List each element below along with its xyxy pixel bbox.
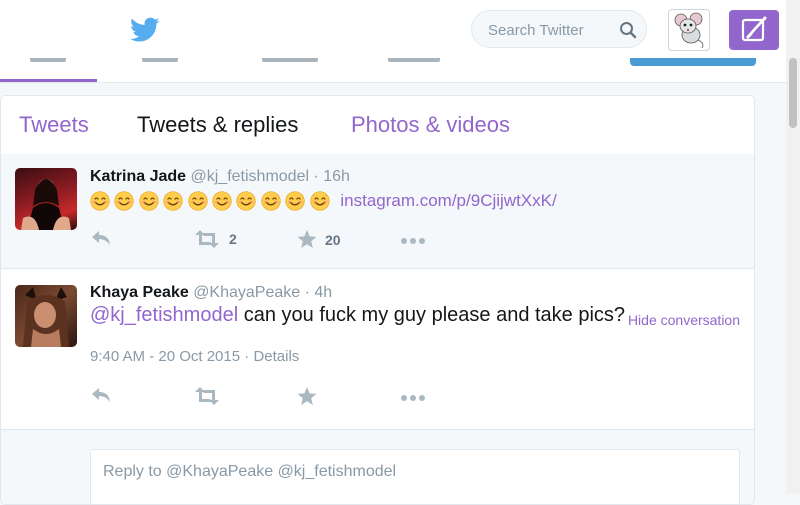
smiling-face-emoji-icon	[309, 191, 330, 211]
author-name[interactable]: Khaya Peake	[90, 284, 189, 301]
favorite-button[interactable]	[297, 387, 317, 406]
tweet-text-content: can you fuck my guy please and take pics…	[238, 304, 626, 326]
smiling-face-emoji-icon	[236, 191, 256, 211]
tab-photos-and-videos[interactable]: Photos & videos	[351, 112, 510, 138]
avatar-photo-icon	[23, 287, 69, 347]
timeline-card: Tweets Tweets & replies Photos & videos …	[0, 95, 755, 505]
tweet-link[interactable]: instagram.com/p/9CjijwtXxK/	[340, 191, 556, 210]
smiling-face-emoji-icon	[285, 191, 305, 211]
retweet-button[interactable]: 2	[193, 230, 237, 248]
retweet-icon	[195, 387, 219, 405]
tweet-header: Khaya Peake @KhayaPeake · 4h	[90, 284, 332, 302]
tweet-meta: 9:40 AM - 20 Oct 2015 · Details	[90, 348, 299, 365]
retweet-icon	[195, 230, 219, 248]
more-button[interactable]	[400, 394, 426, 402]
stat-count-fragment	[262, 58, 318, 62]
reply-button[interactable]	[90, 230, 112, 246]
smiling-face-emoji-icon	[212, 191, 232, 211]
more-dots-icon	[401, 238, 425, 244]
tweet-text: instagram.com/p/9CjijwtXxK/	[90, 191, 557, 215]
reply-icon	[92, 388, 110, 402]
tab-tweets[interactable]: Tweets	[19, 112, 89, 138]
stat-count-fragment	[142, 58, 178, 62]
smiling-face-emoji-icon	[261, 191, 281, 211]
favorite-count: 20	[325, 231, 341, 248]
tweet-item[interactable]: Khaya Peake @KhayaPeake · 4h @kj_fetishm…	[1, 269, 754, 430]
tweet-timestamp[interactable]: 4h	[314, 284, 332, 301]
tweet-actions	[90, 387, 730, 409]
page-scrollbar[interactable]	[786, 0, 800, 494]
reply-button[interactable]	[90, 387, 112, 403]
emoji-row	[90, 191, 334, 211]
tweet-actions: 2 20	[90, 230, 730, 252]
separator-dot: ·	[313, 168, 319, 185]
reply-input[interactable]	[101, 460, 705, 484]
user-avatar[interactable]	[668, 9, 710, 51]
reply-box[interactable]	[90, 449, 740, 504]
details-link[interactable]: Details	[253, 348, 299, 365]
tweet-timestamp[interactable]: 16h	[323, 168, 350, 185]
mention-link[interactable]: @kj_fetishmodel	[90, 304, 238, 326]
hide-conversation-link[interactable]: Hide conversation	[628, 312, 740, 328]
follow-button[interactable]	[630, 58, 756, 66]
scrollbar-thumb[interactable]	[789, 58, 797, 128]
more-button[interactable]	[400, 237, 426, 245]
meta-separator: ·	[240, 348, 254, 365]
star-icon	[297, 387, 317, 405]
compose-tweet-button[interactable]	[729, 10, 779, 50]
author-name[interactable]: Katrina Jade	[90, 168, 186, 185]
retweet-button[interactable]	[193, 387, 221, 405]
reply-icon	[92, 231, 110, 245]
search-input[interactable]	[486, 19, 610, 41]
avatar[interactable]	[15, 285, 77, 347]
search-box[interactable]	[471, 10, 647, 48]
smiling-face-emoji-icon	[114, 191, 135, 211]
retweet-count: 2	[229, 231, 237, 247]
tweet-datetime[interactable]: 9:40 AM - 20 Oct 2015	[90, 348, 240, 365]
profile-stats-strip	[0, 58, 786, 83]
active-stat-indicator	[0, 79, 97, 82]
timeline-tabs: Tweets Tweets & replies Photos & videos	[1, 96, 754, 155]
top-navigation-bar	[0, 0, 786, 58]
stat-count-fragment	[388, 58, 440, 62]
twitter-bird-icon[interactable]	[130, 17, 160, 43]
author-handle[interactable]: @kj_fetishmodel	[191, 168, 310, 185]
separator-dot: ·	[304, 284, 310, 301]
favorite-button[interactable]: 20	[297, 230, 341, 249]
search-icon[interactable]	[619, 21, 637, 39]
smiling-face-emoji-icon	[90, 191, 110, 211]
smiling-face-emoji-icon	[139, 191, 159, 211]
avatar-photo-icon	[21, 179, 71, 230]
tweet-item[interactable]: Katrina Jade @kj_fetishmodel · 16h insta…	[1, 154, 754, 269]
mouse-avatar-icon	[674, 12, 704, 49]
compose-icon	[741, 16, 767, 42]
smiling-face-emoji-icon	[187, 191, 208, 211]
tweet-text: @kj_fetishmodel can you fuck my guy plea…	[90, 304, 625, 327]
author-handle[interactable]: @KhayaPeake	[193, 284, 300, 301]
smiling-face-emoji-icon	[163, 191, 183, 211]
tweet-header: Katrina Jade @kj_fetishmodel · 16h	[90, 168, 350, 186]
star-icon	[297, 230, 317, 248]
more-dots-icon	[401, 395, 425, 401]
avatar[interactable]	[15, 168, 77, 230]
tab-tweets-and-replies[interactable]: Tweets & replies	[137, 112, 298, 138]
stat-count-fragment	[30, 58, 66, 62]
